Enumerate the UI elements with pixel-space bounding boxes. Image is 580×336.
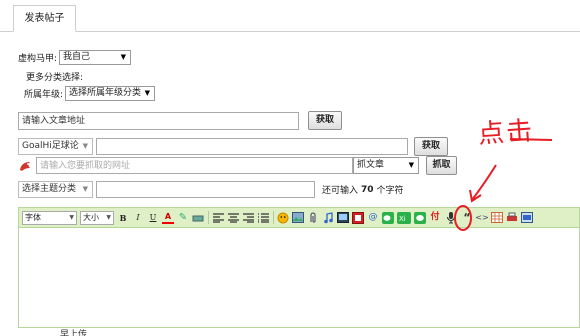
get-button[interactable]: 获取 [414, 137, 448, 156]
annotation-arrowhead [469, 189, 482, 203]
url-row: 请输入文章地址 获取 [18, 111, 342, 130]
share-icon[interactable]: Xi [397, 211, 411, 224]
list-icon[interactable] [257, 212, 269, 224]
at-icon[interactable]: @ [367, 212, 379, 224]
editor-toolbar: 字体 ▼ 大小 ▼ B I U A ✎ @ Xi 付 “ <> [18, 207, 580, 228]
media-icon[interactable] [337, 212, 349, 224]
font-select-value: 字体 [25, 212, 41, 222]
chevron-down-icon: ▼ [82, 142, 88, 150]
grade-label: 所属年级: [24, 90, 64, 100]
grade-select[interactable]: 选择所属年级分类 ▼ [65, 86, 156, 101]
underline-icon[interactable]: U [147, 212, 159, 224]
bold-icon[interactable]: B [117, 212, 129, 224]
chevron-down-icon: ▼ [69, 213, 74, 221]
italic-icon[interactable]: I [132, 212, 144, 224]
emoticon-icon[interactable] [277, 212, 289, 224]
align-center-icon[interactable] [227, 212, 239, 224]
source-select-value: GoalHi足球论 [22, 141, 79, 151]
vest-row: 虚构马甲: 我自己 ▼ [18, 50, 132, 65]
fetch-button[interactable]: 获取 [308, 111, 342, 130]
char-hint-prefix: 还可输入 [322, 186, 359, 196]
font-size-select[interactable]: 大小 ▼ [80, 210, 114, 225]
more-category-row: 更多分类选择: [26, 70, 83, 83]
chevron-down-icon: ▼ [408, 161, 414, 169]
align-left-icon[interactable] [212, 212, 224, 224]
print-icon[interactable] [506, 212, 518, 224]
image-icon[interactable] [292, 212, 304, 224]
code-icon[interactable]: <> [475, 212, 488, 224]
source-row: GoalHi足球论 ▼ 获取 [18, 137, 448, 156]
preview-icon[interactable] [521, 212, 533, 224]
vest-label: 虚构马甲: [18, 54, 58, 64]
wechat-icon[interactable] [382, 211, 394, 224]
vest-select-value: 我自己 [63, 52, 91, 62]
toolbar-separator [208, 211, 209, 224]
chevron-down-icon: ▼ [144, 89, 151, 97]
svg-text:Xi: Xi [399, 215, 406, 223]
chevron-down-icon: ▼ [82, 185, 88, 193]
dragon-icon [18, 159, 32, 173]
microphone-icon[interactable] [444, 211, 458, 224]
grab-row: 请输入您要抓取的网址 抓文章 ▼ 抓取 [18, 156, 457, 175]
grab-type-select[interactable]: 抓文章 ▼ [353, 157, 419, 174]
topic-row: 选择主题分类 ▼ 还可输入 70 个字符 [18, 181, 404, 198]
source-select[interactable]: GoalHi足球论 ▼ [18, 138, 93, 155]
music-icon[interactable] [322, 211, 334, 224]
attachment-icon[interactable] [307, 211, 319, 224]
editor-area[interactable] [18, 228, 580, 328]
topic-select-value: 选择主题分类 [22, 184, 77, 194]
font-color-icon[interactable]: A [162, 212, 174, 224]
char-hint-count: 70 [361, 184, 374, 195]
highlight-icon[interactable]: ✎ [177, 212, 189, 224]
toolbar-separator [273, 211, 274, 224]
tab-post[interactable]: 发表帖子 [13, 5, 76, 32]
grab-url-input[interactable]: 请输入您要抓取的网址 [36, 157, 353, 174]
font-family-select[interactable]: 字体 ▼ [22, 210, 77, 225]
quote-icon[interactable]: “ [461, 212, 473, 224]
wechat-2-icon[interactable] [414, 211, 426, 224]
topic-select[interactable]: 选择主题分类 ▼ [18, 181, 93, 198]
title-input[interactable] [96, 181, 315, 198]
vest-select[interactable]: 我自己 ▼ [59, 50, 132, 65]
more-category-label: 更多分类选择: [26, 73, 84, 83]
chevron-down-icon: ▼ [106, 213, 111, 221]
chevron-down-icon: ▼ [120, 53, 127, 61]
tab-bar: 发表帖子 [0, 0, 580, 32]
flash-icon[interactable] [352, 211, 364, 224]
annotation-label: 点击 [477, 116, 536, 150]
eraser-icon[interactable] [192, 212, 204, 224]
upload-label: 早上传 [60, 330, 88, 336]
annotation-arrow [471, 164, 497, 201]
pay-icon[interactable]: 付 [429, 212, 441, 224]
article-url-input[interactable]: 请输入文章地址 [18, 111, 299, 130]
size-select-value: 大小 [83, 212, 99, 222]
grade-select-value: 选择所属年级分类 [69, 88, 142, 98]
grab-button[interactable]: 抓取 [426, 156, 457, 175]
table-icon[interactable] [491, 212, 503, 224]
char-hint-suffix: 个字符 [376, 186, 404, 196]
grade-row: 所属年级: 选择所属年级分类 ▼ [24, 86, 156, 101]
align-right-icon[interactable] [242, 212, 254, 224]
source-input[interactable] [96, 138, 408, 155]
grab-type-value: 抓文章 [357, 160, 385, 170]
